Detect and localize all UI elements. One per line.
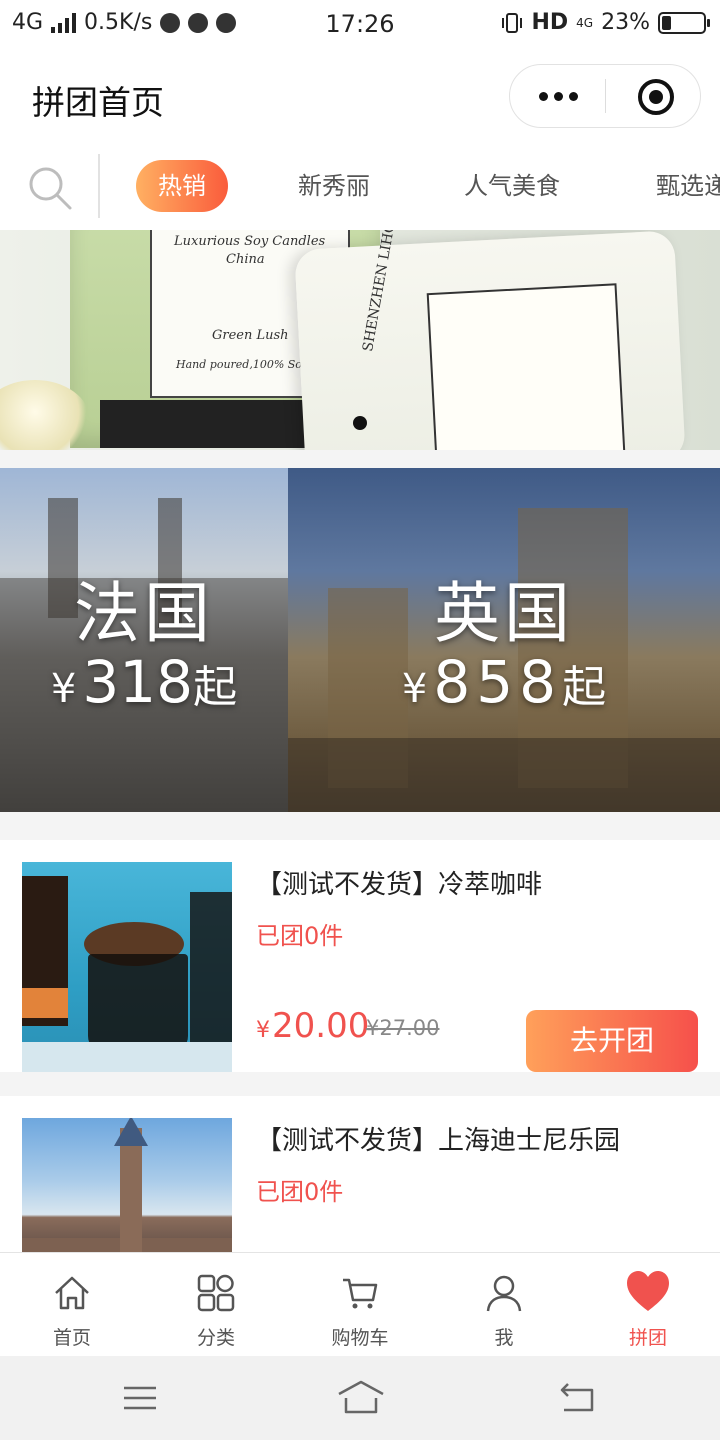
nav-item-home[interactable]: 首页: [0, 1253, 144, 1356]
destination-price-france: ¥318起: [0, 648, 288, 716]
price-value: 20.00: [272, 1006, 370, 1046]
system-navigation-bar: [0, 1356, 720, 1440]
france-price-suffix: 起: [193, 662, 238, 713]
product-name: 【测试不发货】上海迪士尼乐园: [256, 1126, 621, 1156]
uk-price: 858: [433, 648, 563, 716]
close-target-button[interactable]: [638, 79, 674, 115]
product-name: 【测试不发货】冷萃咖啡: [256, 870, 543, 900]
carousel-indicator: [0, 416, 720, 430]
cart-icon: [343, 1278, 378, 1309]
product-image-coffee: [22, 862, 232, 1072]
heart-icon: [627, 1271, 669, 1311]
battery-percent: 23%: [601, 10, 650, 35]
nav-label: 我: [494, 1327, 514, 1349]
destination-card-uk[interactable]: 英国 ¥858起: [288, 468, 720, 812]
tab-popular-food[interactable]: 人气美食: [464, 160, 560, 212]
candle-box-text-2: China: [226, 252, 265, 267]
product-sold-count: 已团0件: [256, 1178, 344, 1206]
price-currency: ¥: [256, 1018, 270, 1043]
screen: 4G 0.5K/s 17:26 HD 4G 23% 拼团首页 热销 新秀丽 人气…: [0, 0, 720, 1440]
france-currency: ¥: [50, 666, 77, 712]
home-button-icon[interactable]: [336, 1378, 386, 1418]
product-image-disney: [22, 1118, 232, 1256]
category-tabs: 热销 新秀丽 人气美食 甄选递: [0, 146, 720, 230]
coffee-pack: [22, 876, 68, 1026]
bridge-deck: [288, 738, 720, 812]
uk-currency: ¥: [401, 666, 428, 712]
tab-hot[interactable]: 热销: [136, 160, 228, 212]
title-bar: 拼团首页: [0, 50, 720, 146]
banner-carousel[interactable]: Luxurious Soy Candles China Green Lush H…: [0, 230, 720, 450]
product-card-coffee[interactable]: 【测试不发货】冷萃咖啡 已团0件 ¥20.00 ¥27.00 去开团: [0, 840, 720, 1072]
product-card-disney[interactable]: 【测试不发货】上海迪士尼乐园 已团0件: [0, 1096, 720, 1256]
nav-item-category[interactable]: 分类: [144, 1253, 288, 1356]
bottom-tab-bar: 首页 分类 购物车 我 拼团: [0, 1252, 720, 1356]
network-label-2: 4G: [576, 15, 594, 30]
status-bar: 4G 0.5K/s 17:26 HD 4G 23%: [0, 0, 720, 50]
nav-label: 购物车: [331, 1327, 389, 1349]
home-icon: [55, 1276, 89, 1310]
france-price: 318: [82, 648, 194, 716]
nav-item-me[interactable]: 我: [432, 1253, 576, 1356]
nav-item-group[interactable]: 拼团: [576, 1253, 720, 1356]
vibrate-icon: [502, 12, 523, 33]
more-button[interactable]: [510, 65, 606, 127]
coffee-glass: [88, 954, 188, 1054]
nav-label: 分类: [196, 1327, 235, 1349]
nav-label: 首页: [52, 1327, 91, 1349]
product-original-price: ¥27.00: [366, 1016, 440, 1040]
user-icon: [486, 1275, 522, 1312]
uk-price-suffix: 起: [562, 662, 607, 713]
candle-box-text-3: Green Lush: [212, 328, 289, 343]
product-price: ¥20.00: [256, 1006, 369, 1046]
capsule-divider: [605, 79, 606, 113]
category-icon: [197, 1274, 235, 1312]
destination-price-uk: ¥858起: [288, 648, 720, 716]
nav-item-cart[interactable]: 购物车: [288, 1253, 432, 1356]
tab-samsonite[interactable]: 新秀丽: [298, 160, 370, 212]
candle-box-text: Luxurious Soy Candles: [174, 234, 326, 249]
product-sold-count: 已团0件: [256, 922, 344, 950]
coffee-table: [22, 1042, 232, 1072]
page-title: 拼团首页: [32, 83, 164, 122]
status-right: HD 4G 23%: [501, 10, 710, 35]
menu-icon[interactable]: [118, 1378, 162, 1418]
destination-card-france[interactable]: 法国 ¥318起: [0, 468, 288, 812]
coffee-glass-back: [190, 892, 232, 1042]
battery-icon: [658, 11, 710, 34]
mini-program-capsule: [509, 64, 701, 128]
destination-name-uk: 英国: [434, 575, 574, 652]
castle-tower: [114, 1118, 148, 1256]
back-icon[interactable]: [556, 1378, 600, 1418]
destination-name-france: 法国: [74, 575, 214, 652]
tab-select[interactable]: 甄选递: [656, 160, 720, 212]
search-icon[interactable]: [26, 164, 74, 212]
nav-label: 拼团: [628, 1327, 667, 1349]
hd-label: HD: [531, 10, 569, 35]
carousel-dot-active: [353, 416, 367, 430]
battery-level: [662, 15, 671, 30]
tabs-divider: [98, 154, 100, 218]
start-group-button[interactable]: 去开团: [526, 1010, 698, 1072]
